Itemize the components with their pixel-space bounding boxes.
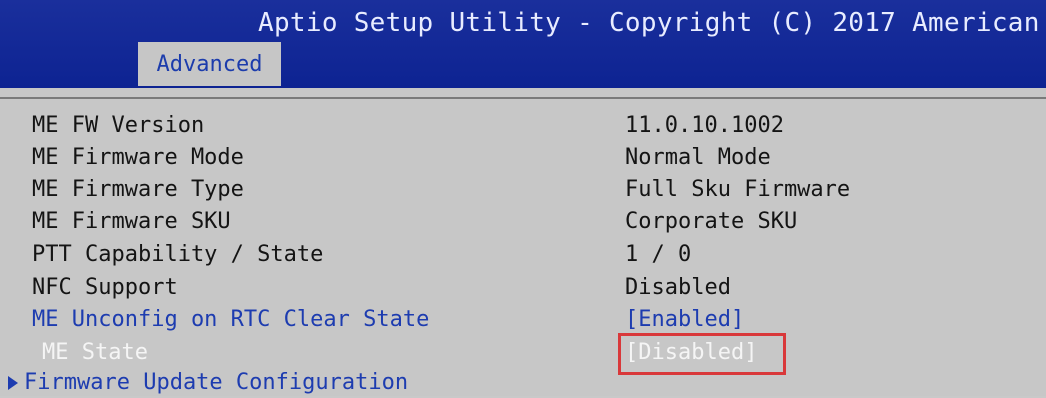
title-bar: Aptio Setup Utility - Copyright (C) 2017… [0,0,1046,88]
setting-value: Disabled [625,275,731,300]
row-firmware-update-configuration[interactable]: Firmware Update Configuration [0,368,1046,398]
row-me-firmware-type: ME Firmware Type Full Sku Firmware [0,175,1046,205]
submenu-label[interactable]: Firmware Update Configuration [24,368,408,398]
setting-label[interactable]: ME Unconfig on RTC Clear State [32,305,429,335]
row-me-firmware-sku: ME Firmware SKU Corporate SKU [0,207,1046,237]
setting-label: ME Firmware Mode [32,145,244,170]
row-me-unconfig-rtc[interactable]: ME Unconfig on RTC Clear State [Enabled] [0,305,1046,335]
panel-divider [0,97,1046,99]
setting-value: 11.0.10.1002 [625,113,784,138]
setting-label: ME Firmware SKU [32,209,231,234]
setting-value: Corporate SKU [625,209,798,234]
setting-label: PTT Capability / State [32,242,324,267]
setting-label: NFC Support [32,275,178,300]
setting-value: 1 / 0 [625,242,692,267]
setting-value: Normal Mode [625,145,771,170]
row-me-fw-version: ME FW Version 11.0.10.1002 [0,111,1046,141]
submenu-arrow-icon [8,376,18,390]
row-nfc-support: NFC Support Disabled [0,273,1046,303]
setting-label: ME Firmware Type [32,177,244,202]
tab-advanced[interactable]: Advanced [138,42,281,86]
setting-option-value[interactable]: [Enabled] [625,305,744,335]
setting-label: ME FW Version [32,113,205,138]
row-me-state[interactable]: ME State [Disabled] [0,338,1046,368]
row-ptt-capability: PTT Capability / State 1 / 0 [0,240,1046,270]
utility-title: Aptio Setup Utility - Copyright (C) 2017… [258,8,1040,38]
setting-value: Full Sku Firmware [625,177,851,202]
row-me-firmware-mode: ME Firmware Mode Normal Mode [0,143,1046,173]
setting-label[interactable]: ME State [42,338,148,368]
